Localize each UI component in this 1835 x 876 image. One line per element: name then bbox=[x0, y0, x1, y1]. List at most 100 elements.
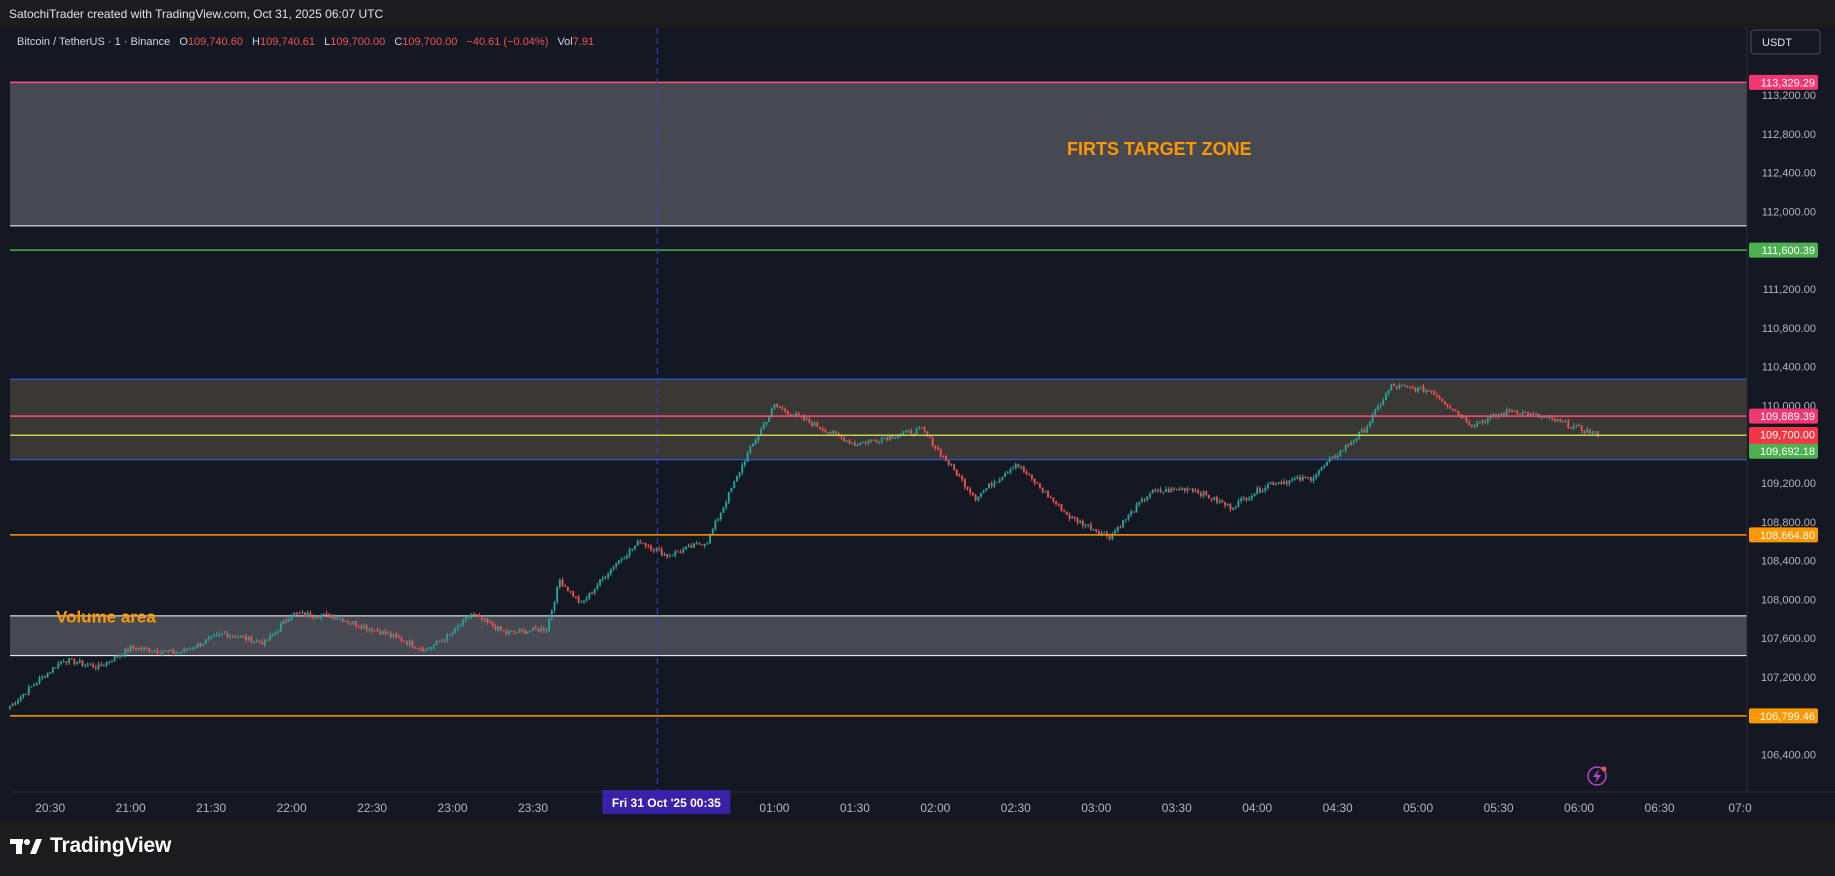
candle-body bbox=[1028, 474, 1031, 476]
candle-body bbox=[218, 634, 221, 636]
candle-body bbox=[1484, 420, 1487, 423]
candle-body bbox=[896, 435, 899, 438]
candle-body bbox=[1122, 520, 1125, 528]
candle-body bbox=[100, 664, 103, 666]
candle-body bbox=[497, 626, 500, 630]
time-tick-label: 22:00 bbox=[277, 801, 307, 815]
candle-body bbox=[601, 577, 604, 580]
candle-body bbox=[1524, 412, 1527, 414]
candle-body bbox=[35, 683, 38, 685]
candle-body bbox=[156, 650, 159, 653]
candle-body bbox=[604, 577, 607, 579]
candle-body bbox=[167, 650, 170, 652]
candle-body bbox=[969, 488, 972, 493]
candle-body bbox=[1092, 529, 1095, 531]
candle-body bbox=[1326, 462, 1328, 466]
candle-body bbox=[443, 640, 446, 642]
candle-body bbox=[1406, 385, 1409, 387]
price-axis[interactable]: 106,400.00106,800.00107,200.00107,600.00… bbox=[1746, 28, 1835, 792]
candle-body bbox=[465, 617, 467, 620]
candle-body bbox=[17, 700, 19, 704]
candle-body bbox=[666, 554, 669, 558]
symbol-legend[interactable]: Bitcoin / TetherUS · 1 · Binance O109,74… bbox=[17, 36, 594, 48]
candle-body bbox=[499, 626, 502, 631]
legend-symbol[interactable]: Bitcoin / TetherUS · 1 · Binance bbox=[17, 36, 170, 48]
candle-body bbox=[939, 449, 942, 456]
candle-body bbox=[1478, 422, 1481, 424]
candle-body bbox=[934, 446, 937, 448]
candle-body bbox=[1012, 468, 1015, 470]
candle-body bbox=[518, 629, 521, 633]
candle-body bbox=[1508, 409, 1511, 412]
candle-body bbox=[770, 408, 773, 416]
candle-body bbox=[711, 529, 714, 535]
candle-body bbox=[473, 613, 475, 615]
candle-body bbox=[974, 495, 977, 501]
candle-body bbox=[588, 592, 591, 599]
time-tick-label: 22:30 bbox=[357, 801, 387, 815]
candle-body bbox=[827, 432, 830, 434]
candle-body bbox=[1347, 444, 1350, 446]
tradingview-logo[interactable]: TradingView bbox=[10, 834, 171, 858]
legend-c-label: C bbox=[394, 36, 402, 48]
candle-body bbox=[1159, 489, 1162, 492]
candle-body bbox=[352, 621, 355, 624]
candle-body bbox=[320, 615, 323, 619]
candle-body bbox=[918, 427, 921, 429]
attribution-text: SatochiTrader created with TradingView.c… bbox=[9, 7, 384, 21]
candle-body bbox=[186, 648, 188, 650]
candle-body bbox=[859, 442, 862, 446]
time-axis[interactable]: 20:3021:0021:3022:0022:3023:0023:303101:… bbox=[10, 790, 1835, 820]
candle-body bbox=[591, 592, 593, 594]
cursor-time-text: Fri 31 Oct '25 00:35 bbox=[612, 796, 721, 810]
candle-body bbox=[920, 427, 923, 429]
candle-body bbox=[1165, 489, 1167, 492]
candle-body bbox=[349, 622, 352, 624]
candle-body bbox=[864, 442, 867, 444]
candle-body bbox=[569, 590, 572, 592]
candle-body bbox=[1586, 429, 1589, 433]
candle-body bbox=[735, 475, 738, 482]
price-chart[interactable]: FIRTS TARGET ZONE Volume area 106,400.00 1… bbox=[0, 28, 1835, 820]
candle-body bbox=[1154, 489, 1157, 491]
candle-body bbox=[1352, 440, 1355, 443]
candle-body bbox=[524, 630, 526, 634]
candle-body bbox=[1250, 496, 1253, 499]
candle-body bbox=[239, 636, 242, 638]
candle-body bbox=[1430, 390, 1433, 392]
candle-body bbox=[609, 568, 612, 574]
candle-body bbox=[521, 629, 524, 631]
candle-body bbox=[360, 626, 363, 629]
price-tick-label: 112,400.00 bbox=[1762, 168, 1816, 180]
candle-body bbox=[883, 438, 886, 440]
candle-body bbox=[1087, 524, 1090, 526]
currency-button-label[interactable]: USDT bbox=[1762, 37, 1792, 49]
time-tick-label: 03:30 bbox=[1162, 801, 1192, 815]
currency-button[interactable]: USDT bbox=[1750, 29, 1821, 55]
candle-body bbox=[931, 437, 934, 447]
cursor-time-label: Fri 31 Oct '25 00:35 bbox=[602, 790, 731, 814]
candle-body bbox=[1089, 524, 1092, 530]
candle-body bbox=[1162, 491, 1165, 493]
candle-body bbox=[561, 579, 564, 586]
chart-frame[interactable]: FIRTS TARGET ZONE Volume area 106,400.00 1… bbox=[0, 28, 1835, 820]
candle-body bbox=[894, 437, 897, 439]
candle-body bbox=[824, 430, 827, 433]
candle-body bbox=[1181, 488, 1184, 491]
candle-body bbox=[1470, 425, 1473, 427]
time-tick-label: 06:00 bbox=[1564, 801, 1594, 815]
price-tick-label: 111,200.00 bbox=[1763, 284, 1816, 296]
candle-body bbox=[301, 612, 304, 614]
candle-body bbox=[1411, 387, 1414, 389]
candle-body bbox=[1119, 527, 1122, 529]
candle-body bbox=[853, 442, 856, 446]
candle-body bbox=[636, 541, 639, 546]
candle-body bbox=[1462, 416, 1465, 419]
candle-body bbox=[534, 627, 537, 629]
candle-body bbox=[1567, 421, 1570, 428]
candle-body bbox=[1293, 478, 1296, 480]
zone-0 bbox=[10, 82, 1747, 226]
candle-body bbox=[381, 630, 384, 635]
candle-body bbox=[448, 634, 451, 636]
price-badge-4-label: 108,664.80 bbox=[1760, 530, 1815, 542]
